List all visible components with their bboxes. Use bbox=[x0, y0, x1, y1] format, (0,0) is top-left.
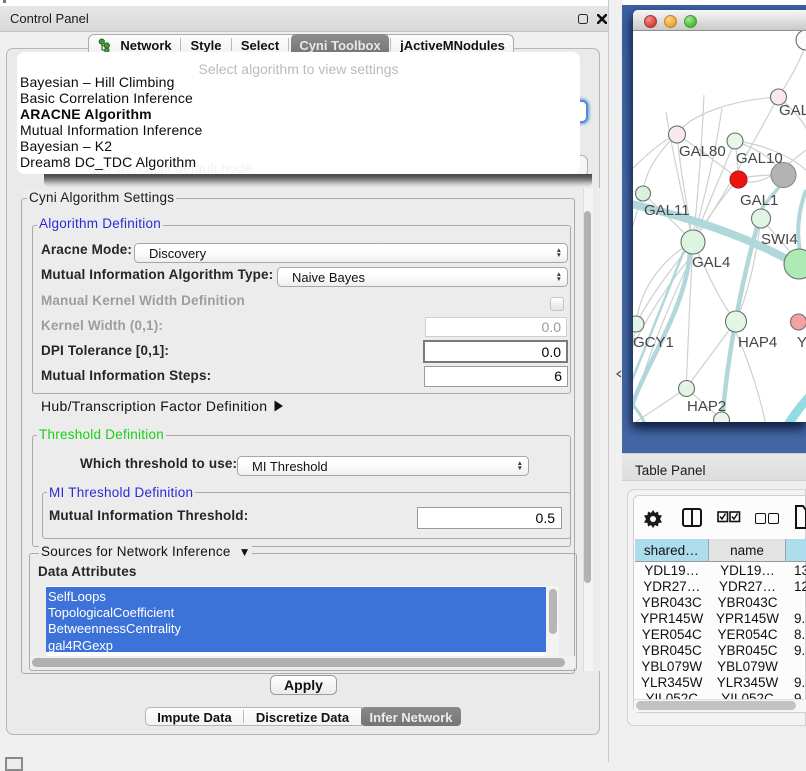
svg-text:HAP2: HAP2 bbox=[687, 398, 726, 415]
svg-text:GAL11: GAL11 bbox=[644, 202, 690, 219]
svg-text:GAL1: GAL1 bbox=[740, 192, 778, 209]
svg-text:GCY1: GCY1 bbox=[633, 334, 674, 351]
svg-text:GAL80: GAL80 bbox=[679, 143, 726, 160]
svg-text:GAL7: GAL7 bbox=[779, 102, 806, 119]
svg-text:Y: Y bbox=[797, 334, 806, 351]
svg-text:SWI4: SWI4 bbox=[761, 231, 798, 248]
svg-text:GAL4: GAL4 bbox=[692, 254, 730, 271]
svg-text:HAP4: HAP4 bbox=[738, 334, 777, 351]
svg-text:GAL10: GAL10 bbox=[736, 150, 783, 167]
